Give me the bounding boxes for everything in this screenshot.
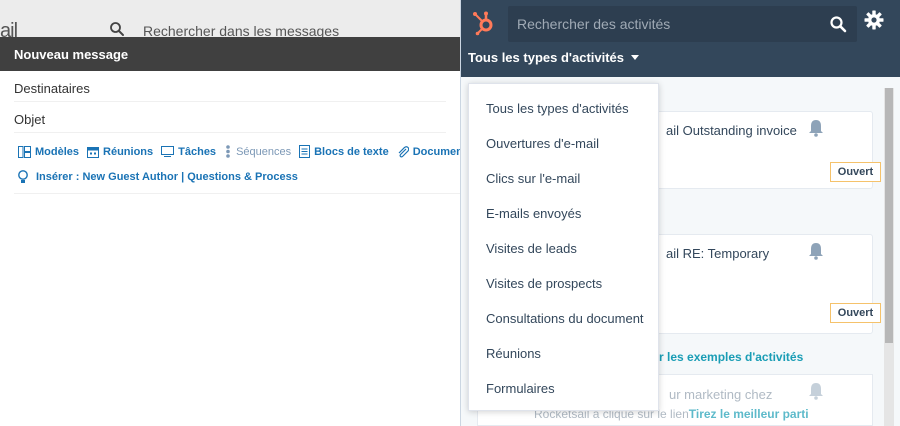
tasks-label: Tâches	[178, 145, 217, 158]
activity-examples-link[interactable]: r les exemples d'activités	[659, 350, 803, 364]
activity-search-placeholder: Rechercher des activités	[517, 16, 671, 32]
scrollbar[interactable]	[884, 88, 894, 426]
dropdown-item-forms[interactable]: Formulaires	[486, 381, 555, 396]
paperclip-icon	[398, 146, 409, 158]
sequences-button[interactable]: Séquences	[224, 145, 291, 158]
documents-label: Document	[412, 145, 467, 158]
opened-badge[interactable]: Ouvert	[830, 303, 881, 323]
documents-button[interactable]: Document	[397, 145, 467, 158]
activity-type-dropdown: Tous les types d'activités Ouvertures d'…	[468, 83, 659, 411]
snippets-label: Blocs de texte	[314, 145, 389, 158]
bell-icon[interactable]	[808, 382, 824, 400]
meetings-label: Réunions	[103, 145, 154, 158]
dropdown-item-emails-sent[interactable]: E-mails envoyés	[486, 206, 581, 221]
activity-type-filter-label: Tous les types d'activités	[468, 50, 625, 65]
hubspot-compose-toolbar: Modèles Réunions Tâches Séquences Blocs …	[18, 145, 474, 158]
dropdown-item-prospect-visits[interactable]: Visites de prospects	[486, 276, 602, 291]
bell-icon[interactable]	[808, 242, 824, 260]
activity-card-title: ail RE: Temporary	[666, 246, 770, 261]
search-icon[interactable]	[829, 15, 847, 33]
example-activity-title: ur marketing chez	[669, 387, 773, 402]
activity-card-title: ail Outstanding invoice	[666, 123, 797, 138]
compose-title[interactable]: Nouveau message	[0, 37, 460, 71]
dropdown-item-meetings[interactable]: Réunions	[486, 346, 541, 361]
bell-icon[interactable]	[808, 119, 824, 137]
sequences-label: Séquences	[236, 145, 292, 158]
calendar-icon	[87, 146, 100, 158]
templates-button[interactable]: Modèles	[18, 145, 80, 158]
snippets-button[interactable]: Blocs de texte	[299, 145, 389, 158]
gmail-header: ail Rechercher dans les messages	[0, 0, 460, 42]
scrollbar-thumb[interactable]	[885, 88, 893, 343]
insert-label: Insérer : New Guest Author | Questions &…	[36, 171, 298, 183]
lightbulb-icon	[18, 170, 28, 183]
snippet-icon	[299, 145, 311, 158]
activity-search-input[interactable]: Rechercher des activités	[508, 6, 857, 42]
sequence-icon	[226, 145, 230, 158]
dropdown-item-email-clicks[interactable]: Clics sur l'e-mail	[486, 171, 580, 186]
dropdown-item-lead-visits[interactable]: Visites de leads	[486, 241, 577, 256]
task-icon	[161, 146, 175, 157]
activity-type-filter[interactable]: Tous les types d'activités	[468, 50, 640, 65]
tasks-button[interactable]: Tâches	[161, 146, 216, 158]
meetings-button[interactable]: Réunions	[87, 146, 153, 158]
divider	[14, 193, 460, 194]
caret-down-icon	[631, 55, 640, 60]
search-icon[interactable]	[108, 20, 126, 38]
dropdown-item-all-types[interactable]: Tous les types d'activités	[486, 101, 629, 116]
templates-label: Modèles	[35, 145, 80, 158]
opened-badge[interactable]: Ouvert	[830, 162, 881, 182]
hubspot-header: Rechercher des activités Tous les types …	[461, 0, 900, 77]
insert-template-link[interactable]: Insérer : New Guest Author | Questions &…	[18, 170, 298, 184]
example-activity-link[interactable]: Tirez le meilleur parti	[689, 407, 809, 421]
gear-icon[interactable]	[864, 10, 884, 30]
subject-field[interactable]: Objet	[14, 102, 446, 133]
recipients-field[interactable]: Destinataires	[14, 71, 446, 102]
hubspot-logo-icon	[473, 11, 493, 36]
dropdown-item-document-views[interactable]: Consultations du document	[486, 311, 644, 326]
dropdown-item-email-opens[interactable]: Ouvertures d'e-mail	[486, 136, 599, 151]
template-icon	[18, 145, 31, 158]
compose-window: Nouveau message Destinataires Objet Modè…	[0, 37, 466, 426]
